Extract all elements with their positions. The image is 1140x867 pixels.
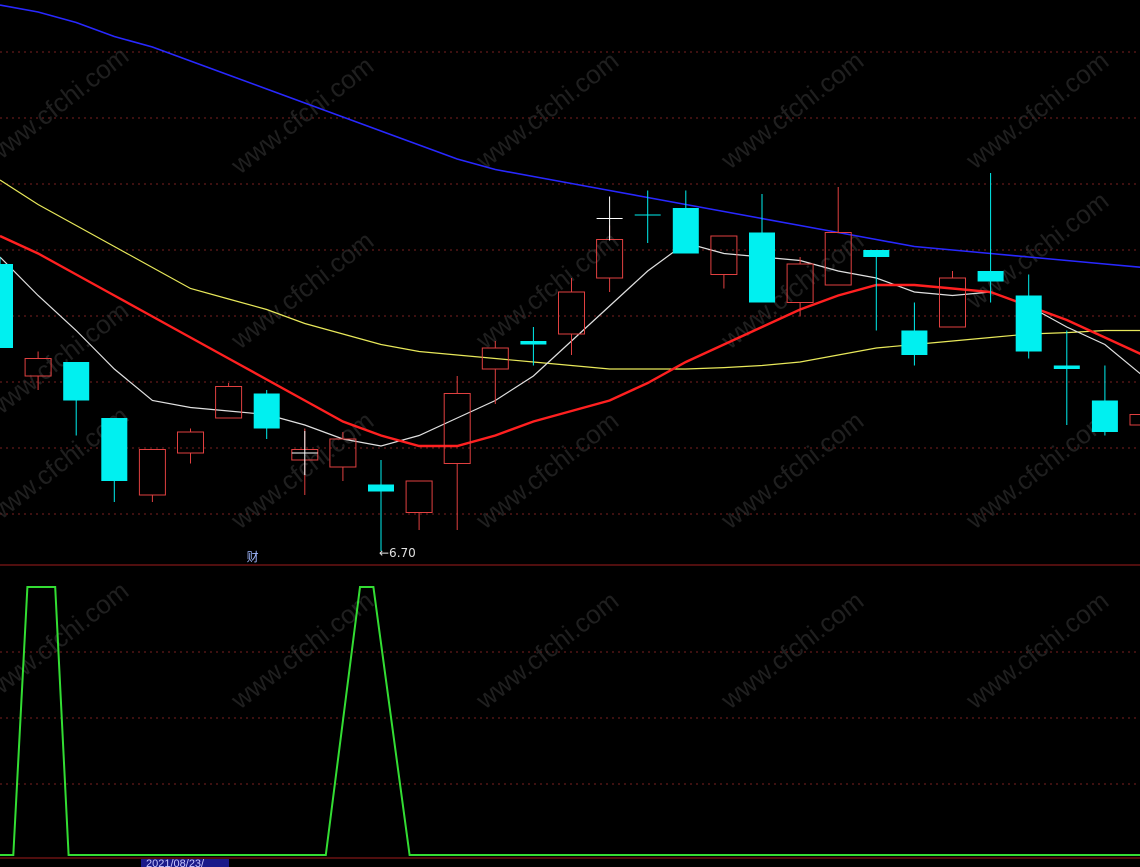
low-price-annotation: ←6.70	[379, 546, 416, 560]
finance-marker[interactable]: 财	[247, 550, 259, 564]
candle-body-down	[368, 484, 394, 492]
candle-body-down	[1091, 400, 1118, 432]
candle-body-down	[863, 250, 890, 257]
candle-body-down	[672, 208, 699, 254]
candle-body-down	[1053, 365, 1080, 369]
candle-body-down	[0, 264, 13, 348]
candle-body-down	[101, 418, 128, 481]
candle-body-down	[253, 393, 280, 429]
candle-body-down	[901, 330, 928, 355]
candle-body-down	[1015, 295, 1042, 352]
stock-chart[interactable]: www.cfchi.com www.cfchi.com www.cfchi.com w…	[0, 0, 1140, 867]
candle-body-down	[520, 341, 547, 345]
candle-body-down	[749, 232, 775, 303]
date-label: 2021/08/23/	[141, 859, 229, 867]
candle[interactable]	[0, 257, 13, 348]
candle-body-down	[63, 362, 90, 401]
candle-body-down	[977, 271, 1004, 282]
